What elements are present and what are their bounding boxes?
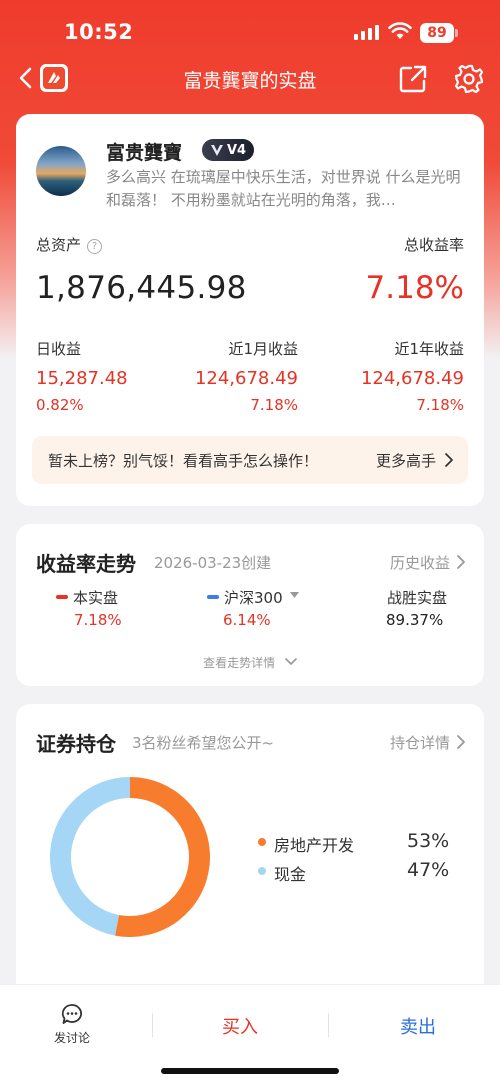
chevron-down-icon — [285, 658, 297, 665]
daily-return-label: 日收益 — [36, 340, 82, 358]
sell-button[interactable]: 卖出 — [378, 1013, 458, 1039]
leaderboard-banner[interactable]: 暂未上榜？别气馁！看看高手怎么操作！ 更多高手 — [32, 436, 468, 484]
divider — [328, 1013, 329, 1037]
battery-tip — [455, 29, 458, 37]
user-bio[interactable]: 多么高兴 在琉璃屋中快乐生活，对世界说 什么是光明和磊落！ 不用粉墨就站在光明的… — [106, 166, 466, 212]
chevron-right-icon[interactable] — [456, 554, 466, 570]
holdings-donut-chart[interactable] — [45, 772, 215, 942]
avatar[interactable] — [36, 146, 86, 196]
legend-dot-real-estate — [258, 838, 266, 846]
legend-cash-pct: 47% — [407, 859, 450, 881]
legend-marker-portfolio — [56, 595, 68, 599]
legend-csi300-name[interactable]: 沪深300 — [224, 587, 283, 608]
view-trend-details-link[interactable]: 查看走势详情 — [16, 654, 484, 671]
daily-return-value: 15,287.48 — [36, 368, 128, 389]
return-trend-card: 收益率走势 2026-03-23创建 历史收益 本实盘 7.18% 沪深300 … — [16, 524, 484, 686]
holdings-card: 证券持仓 3名粉丝希望您公开~ 持仓详情 房地产开发 53% 现金 47% — [16, 704, 484, 994]
beats-portfolios-value: 89.37% — [386, 611, 444, 629]
legend-real-estate-pct: 53% — [407, 830, 450, 852]
total-assets-label: 总资产? — [36, 234, 103, 255]
donut-slice-0[interactable] — [115, 777, 211, 937]
status-time: 10:52 — [64, 20, 134, 44]
total-rate-label: 总收益率 — [403, 236, 464, 254]
year-return-pct: 7.18% — [416, 396, 464, 414]
post-discussion-button[interactable]: 发讨论 — [42, 1029, 102, 1046]
total-rate-value: 7.18% — [365, 270, 464, 306]
vip-level-text: V4 — [226, 142, 247, 158]
cellular-signal-icon — [354, 25, 379, 40]
legend-marker-csi300 — [207, 595, 219, 599]
history-returns-link[interactable]: 历史收益 — [390, 552, 450, 573]
wifi-icon — [388, 22, 412, 39]
account-summary-card: 富贵龔寶 V4 多么高兴 在琉璃屋中快乐生活，对世界说 什么是光明和磊落！ 不用… — [16, 114, 484, 506]
leaderboard-message: 暂未上榜？别气馁！看看高手怎么操作！ — [48, 452, 319, 470]
trend-section-title: 收益率走势 — [36, 552, 136, 576]
trend-created-date: 2026-03-23创建 — [154, 554, 272, 572]
month-return-value: 124,678.49 — [194, 368, 298, 389]
holdings-detail-link[interactable]: 持仓详情 — [390, 732, 450, 753]
vip-level-badge[interactable]: V4 — [202, 139, 254, 161]
status-bar: 10:52 89 — [0, 0, 500, 60]
legend-portfolio-name: 本实盘 — [73, 589, 119, 607]
total-assets-label-text: 总资产 — [36, 236, 82, 254]
daily-return-pct: 0.82% — [36, 396, 84, 414]
donut-slice-1[interactable] — [50, 777, 130, 936]
comment-bubble-icon[interactable] — [61, 1003, 83, 1025]
legend-portfolio-value: 7.18% — [74, 611, 122, 629]
legend-csi300-value: 6.14% — [223, 611, 271, 629]
user-name[interactable]: 富贵龔寶 — [106, 138, 182, 165]
settings-gear-icon[interactable] — [453, 63, 485, 95]
month-return-pct: 7.18% — [250, 396, 298, 414]
v-shield-icon — [210, 145, 223, 156]
battery-indicator: 89 — [420, 23, 454, 43]
legend-real-estate-name: 房地产开发 — [274, 836, 355, 855]
share-icon[interactable] — [398, 64, 428, 94]
year-return-value: 124,678.49 — [360, 368, 464, 389]
legend-cash-name: 现金 — [274, 865, 307, 884]
chevron-right-icon — [445, 453, 453, 467]
legend-dot-cash — [258, 867, 266, 875]
divider — [152, 1013, 153, 1037]
total-assets-value: 1,876,445.98 — [36, 270, 247, 306]
holdings-subtitle: 3名粉丝希望您公开~ — [132, 734, 275, 752]
navigation-bar: 富贵龔寶的实盘 — [0, 58, 500, 98]
holdings-section-title: 证券持仓 — [36, 732, 116, 756]
month-return-label: 近1月收益 — [228, 340, 298, 358]
help-question-icon[interactable]: ? — [87, 239, 103, 254]
beats-portfolios-label: 战胜实盘 — [387, 589, 448, 607]
buy-button[interactable]: 买入 — [200, 1013, 280, 1039]
view-trend-details-text: 查看走势详情 — [203, 656, 276, 670]
chevron-right-icon[interactable] — [456, 734, 466, 750]
home-indicator — [161, 1068, 339, 1074]
more-experts-link[interactable]: 更多高手 — [376, 450, 436, 471]
dropdown-triangle-icon[interactable] — [290, 592, 299, 599]
year-return-label: 近1年收益 — [394, 340, 464, 358]
